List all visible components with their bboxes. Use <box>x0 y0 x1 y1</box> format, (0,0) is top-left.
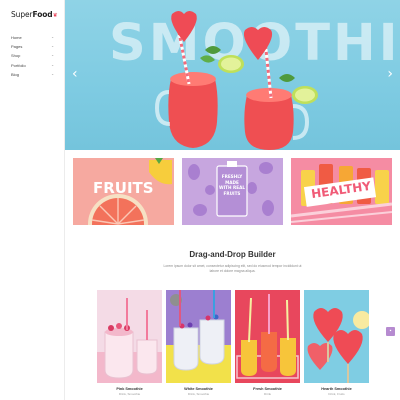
product-name[interactable]: Hearth Smoothie <box>304 387 369 391</box>
nav-item-label: Portfolio <box>11 62 26 68</box>
product-name[interactable]: White Smoothie <box>166 387 231 391</box>
tile-fruits[interactable]: FRUITS <box>73 158 174 225</box>
slider-prev-arrow[interactable]: ‹ <box>72 66 78 82</box>
section-title: Drag-and-Drop Builder <box>189 250 276 259</box>
nav-item-pages[interactable]: Pages ⌄ <box>11 42 54 51</box>
product-image <box>97 290 162 383</box>
tile-fresh-made-label: FRESHLY MADE WITH REAL FRUITS <box>218 174 246 196</box>
product-card[interactable]: Pink Smoothie Drink, Smoothie <box>97 290 162 396</box>
product-category: Drink, Smoothie <box>118 392 141 396</box>
tile-fresh-made[interactable]: FRESHLY MADE WITH REAL FRUITS <box>182 158 283 225</box>
main-nav: Home ⌄ Pages ⌄ Shop ⌄ Portfolio ⌄ Blog ⌄ <box>11 33 54 79</box>
nav-item-label: Blog <box>11 71 20 77</box>
section-description: Lorem ipsum dolor sit amet, consectetur … <box>163 264 302 273</box>
nav-item-label: Pages <box>11 44 23 50</box>
chevron-down-icon: ⌄ <box>51 44 54 49</box>
tile-line: WITH REAL <box>219 185 245 191</box>
tile-line: FRUITS <box>223 190 241 196</box>
nav-item-home[interactable]: Home ⌄ <box>11 33 54 42</box>
site-logo[interactable]: SuperFood❦ <box>11 10 58 19</box>
cart-icon[interactable]: ▪ <box>386 327 395 336</box>
product-image <box>166 290 231 383</box>
product-card[interactable]: Hearth Smoothie Drink, Fruits <box>304 290 369 396</box>
product-category: Drink <box>263 392 271 396</box>
slider-next-arrow[interactable]: › <box>387 66 393 82</box>
product-category: Drink, Fruits <box>328 392 345 396</box>
tile-line: FRESHLY <box>221 174 243 179</box>
nav-item-label: Home <box>11 35 22 40</box>
chevron-down-icon: ⌄ <box>51 35 54 39</box>
nav-item-shop[interactable]: Shop ⌄ <box>11 51 54 60</box>
logo-text-a: Super <box>11 10 33 19</box>
product-name[interactable]: Pink Smoothie <box>97 387 162 391</box>
hero-slider: SMOOTHIES ‹ › <box>65 0 400 150</box>
nav-item-portfolio[interactable]: Portfolio ⌄ <box>11 61 54 70</box>
chevron-down-icon: ⌄ <box>51 62 54 67</box>
chevron-down-icon: ⌄ <box>51 53 54 58</box>
smoothie-jars-image <box>154 11 318 150</box>
tile-healthy[interactable]: HEALTHY <box>291 158 392 225</box>
product-category: Drink, Smoothie <box>187 392 210 396</box>
product-card[interactable]: White Smoothie Drink, Smoothie <box>166 290 231 396</box>
logo-text-b: Food <box>32 10 53 19</box>
product-image <box>304 290 369 383</box>
nav-item-label: Shop <box>11 53 21 59</box>
tile-fruits-label: FRUITS <box>93 179 154 197</box>
nav-item-blog[interactable]: Blog ⌄ <box>11 70 54 79</box>
product-card[interactable]: Fresh Smoothie Drink <box>235 290 300 396</box>
product-image <box>235 290 300 383</box>
leaf-icon: ❦ <box>52 12 58 19</box>
chevron-down-icon: ⌄ <box>51 71 54 76</box>
sidebar: SuperFood❦ Home ⌄ Pages ⌄ Shop ⌄ Portfolio ⌄… <box>0 0 65 400</box>
product-name[interactable]: Fresh Smoothie <box>235 387 300 391</box>
